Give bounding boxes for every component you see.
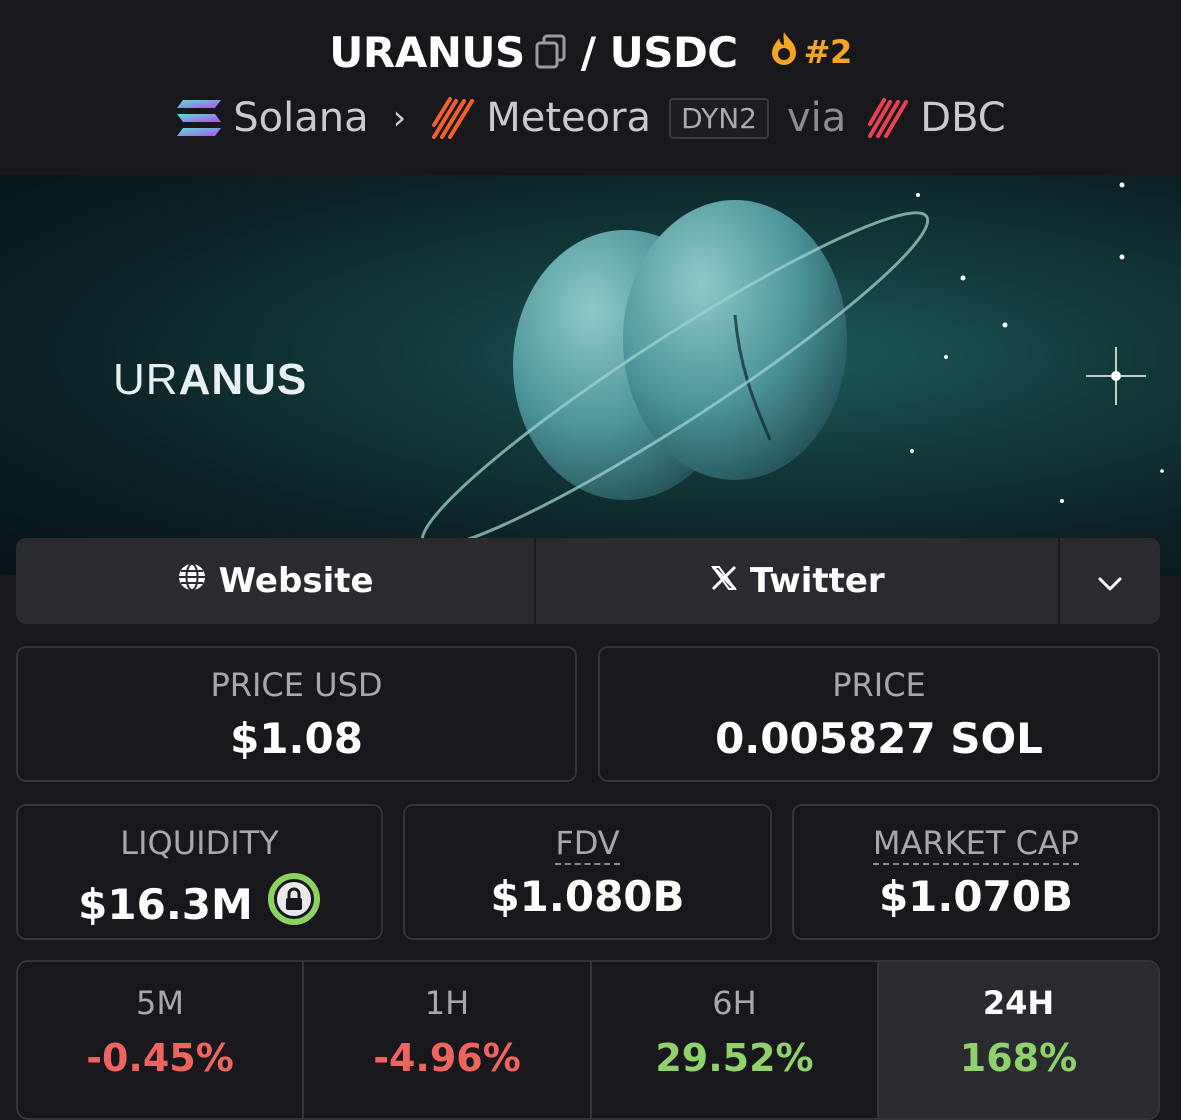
- globe-icon: [177, 561, 207, 601]
- change-value: -4.96%: [373, 1036, 521, 1080]
- chain-link[interactable]: Solana: [233, 95, 368, 141]
- change-period-label: 6H: [712, 984, 757, 1022]
- rank-label: #2: [803, 33, 853, 71]
- liquidity-value-row: $16.3M: [18, 872, 381, 936]
- pair-header: URANUS / USDC #2 Solana › Meteora DYN2 v…: [0, 0, 1181, 175]
- trending-rank[interactable]: #2: [768, 30, 852, 74]
- change-period-label: 1H: [424, 984, 470, 1022]
- via-label: via: [786, 95, 847, 141]
- social-links: Website Twitter: [16, 538, 1160, 624]
- change-tab-1h[interactable]: 1H -4.96%: [304, 962, 592, 1118]
- market-cap-value: $1.070B: [878, 872, 1074, 921]
- change-value: 29.52%: [655, 1036, 814, 1080]
- market-cap-label-row[interactable]: MARKET CAP: [794, 824, 1158, 865]
- quote-token: USDC: [609, 27, 739, 77]
- twitter-button[interactable]: Twitter: [536, 538, 1061, 624]
- copy-icon[interactable]: [535, 34, 567, 70]
- liquidity-label: LIQUIDITY: [120, 824, 279, 862]
- x-logo-icon: [710, 561, 738, 601]
- liquidity-value: $16.3M: [78, 879, 253, 929]
- website-button[interactable]: Website: [16, 538, 537, 624]
- change-value: 168%: [959, 1036, 1078, 1080]
- price-usd-label: PRICE USD: [210, 666, 383, 704]
- liquidity-card: LIQUIDITY $16.3M: [16, 804, 383, 940]
- fdv-label-row[interactable]: FDV: [405, 824, 770, 865]
- price-usd-value: $1.08: [230, 714, 363, 763]
- chevron-down-icon: [1097, 561, 1123, 601]
- token-banner: URANUS: [0, 175, 1181, 575]
- more-links-button[interactable]: [1060, 538, 1160, 624]
- price-native-label: PRICE: [832, 666, 926, 704]
- chevron-right-icon: ›: [392, 98, 407, 138]
- fdv-value: $1.080B: [490, 872, 685, 921]
- change-tab-5m[interactable]: 5M -0.45%: [18, 962, 304, 1118]
- lock-icon[interactable]: [267, 872, 321, 936]
- fdv-card: FDV $1.080B: [403, 804, 772, 940]
- banner-brand-text: URANUS: [113, 355, 308, 404]
- base-token: URANUS: [329, 27, 525, 77]
- change-value: -0.45%: [86, 1036, 234, 1080]
- change-period-label: 24H: [982, 984, 1055, 1022]
- website-label: Website: [218, 561, 374, 601]
- fdv-label: FDV: [555, 824, 620, 865]
- change-tab-6h[interactable]: 6H 29.52%: [592, 962, 879, 1118]
- meteora-icon: [430, 95, 476, 141]
- pair-separator: /: [580, 27, 596, 77]
- market-cap-label: MARKET CAP: [872, 824, 1080, 865]
- dex-version-badge: DYN2: [669, 97, 769, 139]
- twitter-label: Twitter: [749, 561, 885, 601]
- price-usd-card: PRICE USD $1.08: [16, 646, 577, 782]
- change-period-label: 5M: [136, 984, 184, 1022]
- price-native-value: 0.005827 SOL: [715, 714, 1043, 763]
- pair-title: URANUS / USDC #2: [0, 24, 1181, 80]
- pair-breadcrumb: Solana › Meteora DYN2 via DBC: [0, 90, 1181, 146]
- market-cap-card: MARKET CAP $1.070B: [792, 804, 1160, 940]
- price-native-card: PRICE 0.005827 SOL: [598, 646, 1160, 782]
- change-tab-24h[interactable]: 24H 168%: [879, 962, 1158, 1118]
- dex-link[interactable]: Meteora: [486, 95, 651, 141]
- price-change-tabs: 5M -0.45% 1H -4.96% 6H 29.52% 24H 168%: [16, 960, 1160, 1120]
- launchpad-link[interactable]: DBC: [920, 95, 1005, 141]
- solana-icon: [175, 98, 223, 138]
- flame-icon: [768, 30, 800, 74]
- dbc-icon: [866, 96, 910, 140]
